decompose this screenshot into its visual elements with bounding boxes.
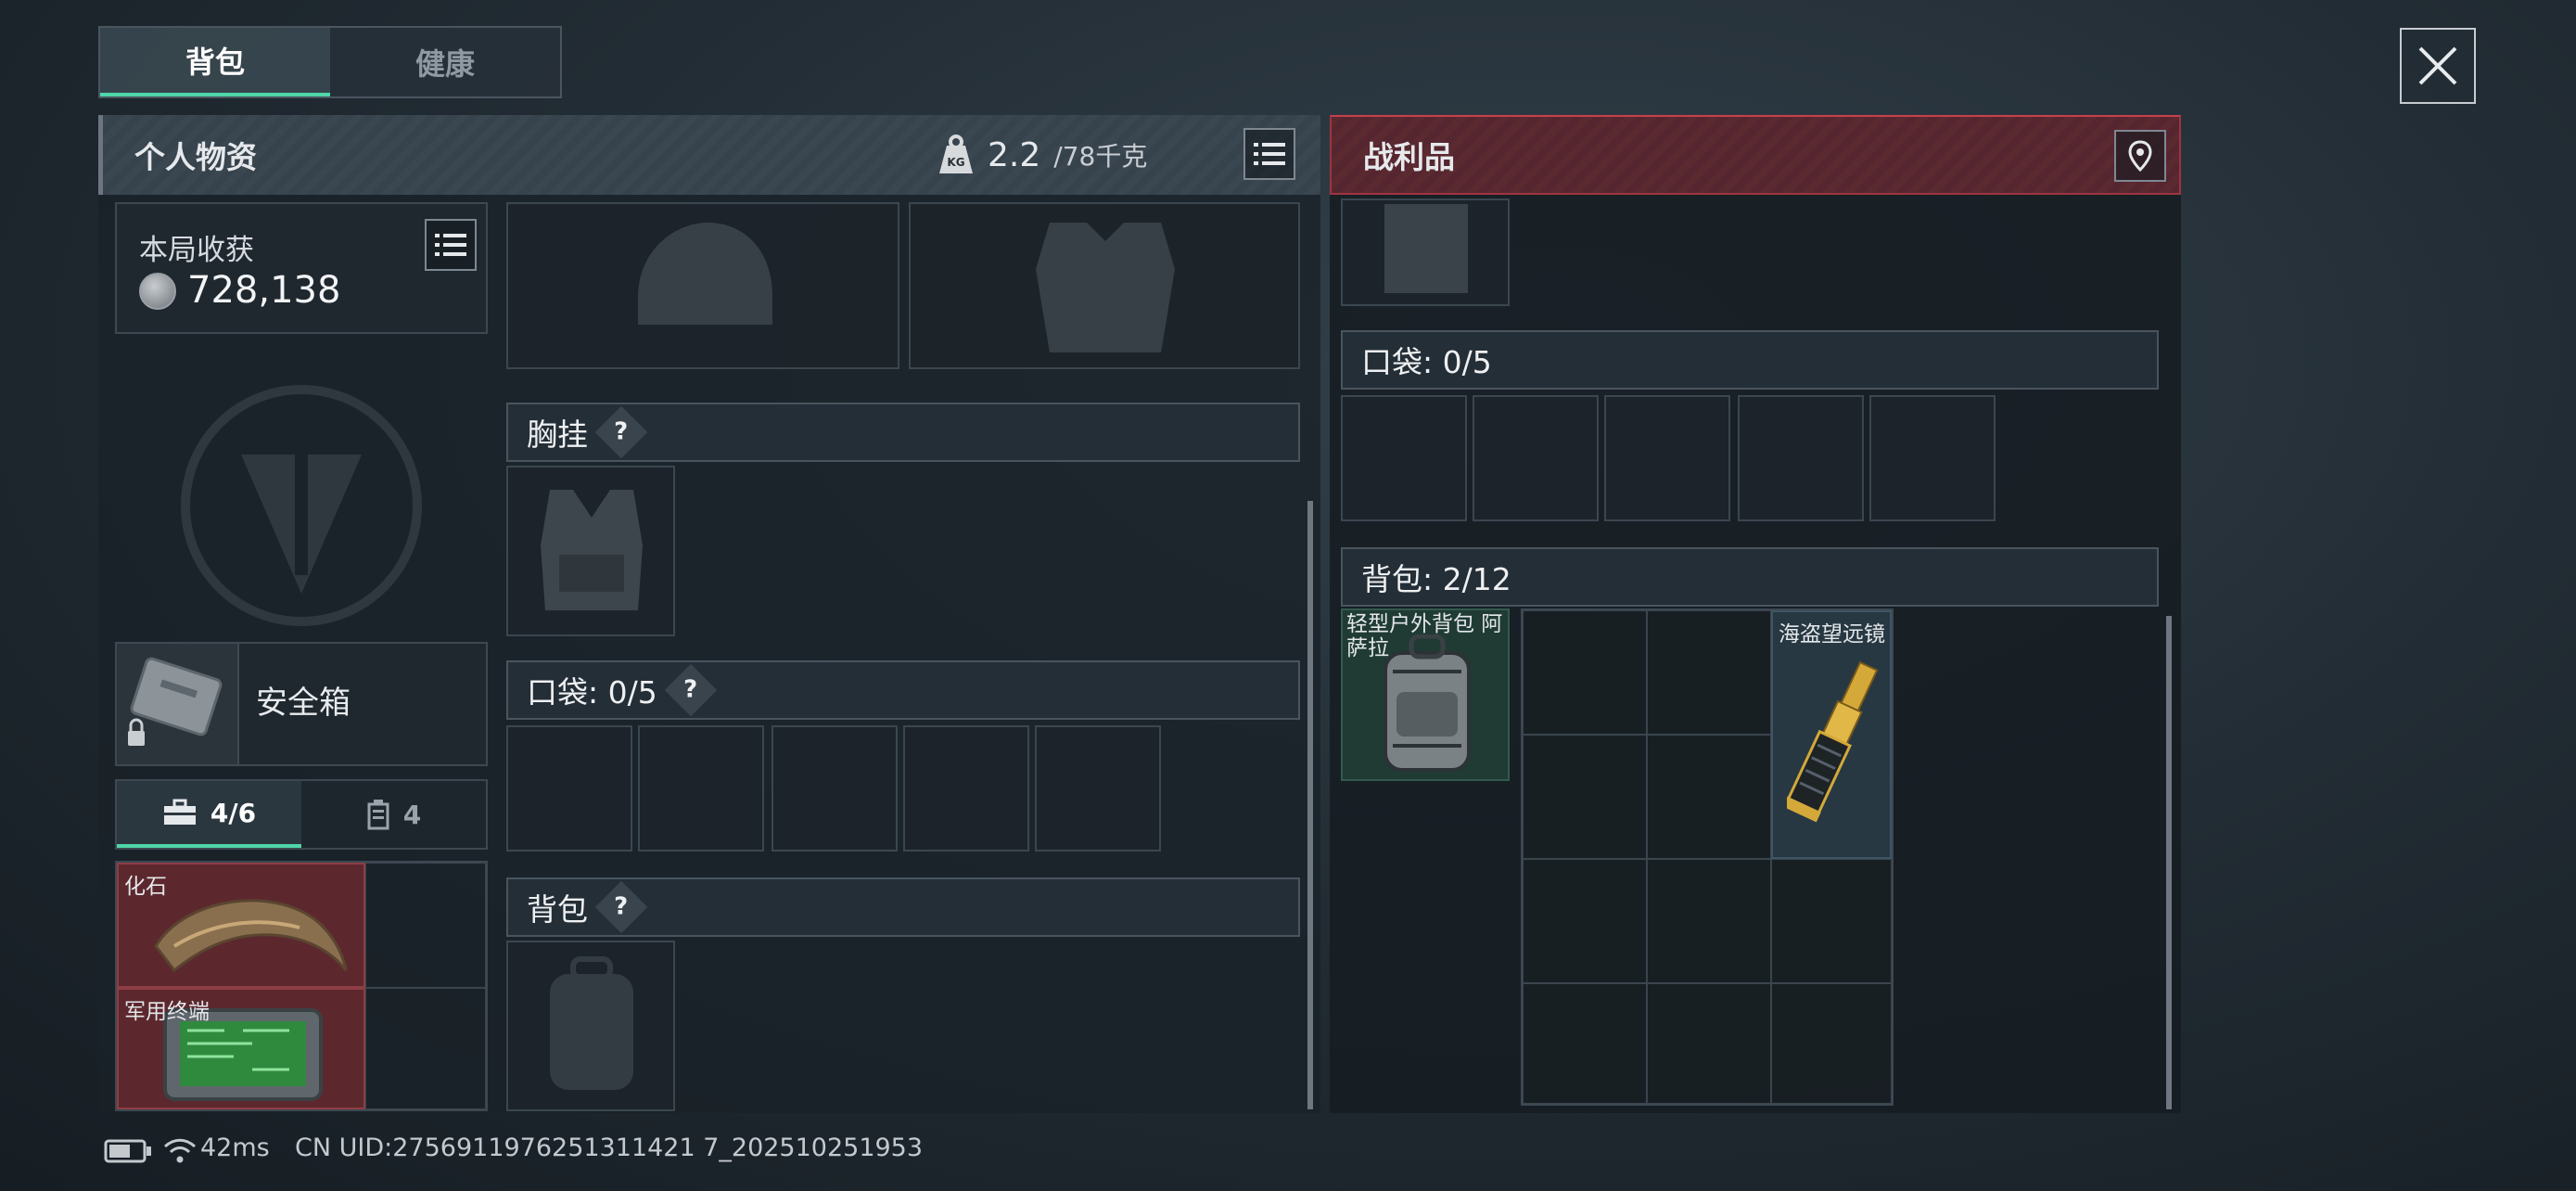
- weight-capacity: /78千克: [1053, 141, 1148, 172]
- help-icon[interactable]: ?: [664, 663, 718, 717]
- personal-title: 个人物资: [134, 139, 257, 175]
- fossil-claw-icon: [154, 899, 348, 973]
- chest-rig-section-title: 胸挂 ?: [506, 403, 1300, 462]
- pocket-slot[interactable]: [638, 725, 764, 852]
- loot-backpack-cell[interactable]: [1523, 610, 1647, 735]
- sort-list-button[interactable]: [1243, 128, 1295, 180]
- safe-box-grid: 化石 军用终端: [115, 861, 488, 1111]
- safe-box-subtabs: 4/6 4: [115, 779, 488, 850]
- safe-box-item[interactable]: [117, 644, 239, 764]
- list-icon: [1254, 143, 1285, 165]
- loot-location-button[interactable]: [2114, 130, 2166, 182]
- armor-vest-icon: [1384, 204, 1468, 293]
- close-icon: [2418, 46, 2457, 85]
- safe-item-military-terminal-label: 军用终端: [124, 1000, 210, 1024]
- svg-text:KG: KG: [947, 156, 964, 169]
- loot-pocket-slot[interactable]: [1604, 395, 1730, 521]
- safe-box-label: 安全箱: [256, 685, 351, 722]
- chest-rig-slot[interactable]: [506, 466, 675, 636]
- loot-backpack-cell[interactable]: [1771, 859, 1892, 983]
- loot-backpack-cell[interactable]: [1647, 610, 1771, 735]
- loot-backpack-cell[interactable]: [1523, 735, 1647, 859]
- safe-box-cell[interactable]: [365, 988, 486, 1109]
- loot-backpack-label: 背包: 2/12: [1361, 561, 1511, 597]
- safe-item-military-terminal[interactable]: 军用终端: [117, 988, 365, 1109]
- pocket-slot[interactable]: [903, 725, 1029, 852]
- earnings-value: 728,138: [187, 269, 341, 312]
- loot-pocket-slot[interactable]: [1341, 395, 1467, 521]
- earnings-label: 本局收获: [139, 234, 254, 267]
- safe-item-fossil[interactable]: 化石: [117, 863, 365, 988]
- loot-pockets-section-title: 口袋: 0/5: [1341, 330, 2159, 390]
- loot-backpack-cell[interactable]: [1523, 859, 1647, 983]
- weight-icon: KG: [939, 134, 973, 173]
- loot-telescope-label: 海盗望远镜: [1779, 622, 1885, 647]
- faction-emblem-icon: [181, 385, 422, 626]
- earnings-list-button[interactable]: [425, 219, 477, 271]
- chest-rig-label: 胸挂: [527, 416, 588, 453]
- help-icon[interactable]: ?: [594, 880, 648, 934]
- loot-backpack-grid: 海盗望远镜: [1521, 608, 1894, 1106]
- ping-readout: 42ms: [200, 1133, 270, 1162]
- chest-rig-icon: [541, 490, 643, 610]
- subtab-toolbox-count: 4/6: [210, 797, 257, 828]
- pirate-telescope-icon: [1787, 660, 1879, 823]
- user-uid: CN UID:2756911976251311421 7_20251025195…: [295, 1133, 924, 1162]
- tab-health[interactable]: 健康: [330, 28, 560, 96]
- pockets-section-title: 口袋: 0/5 ?: [506, 660, 1300, 720]
- close-button[interactable]: [2400, 28, 2476, 104]
- loot-backpack-section-title: 背包: 2/12: [1341, 547, 2159, 607]
- inventory-tabs: 背包 健康: [98, 26, 562, 98]
- canister-icon: [367, 800, 389, 830]
- loot-telescope-item[interactable]: 海盗望远镜: [1771, 610, 1892, 859]
- subtab-canister[interactable]: 4: [301, 781, 486, 848]
- list-icon: [435, 234, 466, 256]
- helmet-slot[interactable]: [506, 202, 899, 369]
- tab-backpack[interactable]: 背包: [100, 28, 330, 96]
- weight-readout: KG 2.2 /78千克: [937, 115, 1147, 195]
- battery-icon: [104, 1139, 151, 1163]
- toolbox-icon: [163, 799, 196, 825]
- loot-scrollbar[interactable]: [2166, 616, 2172, 1109]
- pockets-label: 口袋: 0/5: [527, 674, 657, 711]
- backpack-icon: [550, 956, 633, 1090]
- loot-pockets-label: 口袋: 0/5: [1361, 344, 1492, 380]
- loot-pocket-slot[interactable]: [1869, 395, 1996, 521]
- loot-pocket-slot[interactable]: [1473, 395, 1599, 521]
- loot-title: 战利品: [1363, 139, 1455, 175]
- pocket-slot[interactable]: [506, 725, 632, 852]
- help-icon[interactable]: ?: [594, 405, 648, 459]
- loot-backpack-cell[interactable]: [1647, 735, 1771, 859]
- armor-slot[interactable]: [909, 202, 1300, 369]
- safe-case-icon: [128, 657, 223, 746]
- pocket-slot[interactable]: [1035, 725, 1161, 852]
- safe-item-fossil-label: 化石: [124, 875, 167, 899]
- backpack-section-title: 背包 ?: [506, 877, 1300, 937]
- subtab-canister-count: 4: [402, 799, 422, 830]
- safe-box-cell[interactable]: [365, 863, 486, 988]
- loot-backpack-item-label: 轻型户外背包 阿萨拉: [1346, 612, 1503, 660]
- loot-header: 战利品: [1330, 115, 2181, 195]
- map-pin-icon: [2128, 140, 2152, 172]
- coin-icon: [139, 273, 176, 310]
- loot-backpack-item[interactable]: 轻型户外背包 阿萨拉: [1341, 608, 1510, 781]
- loot-backpack-cell[interactable]: [1523, 983, 1647, 1104]
- pocket-slot[interactable]: [772, 725, 898, 852]
- subtab-toolbox[interactable]: 4/6: [117, 781, 301, 848]
- personal-scrollbar[interactable]: [1307, 501, 1313, 1109]
- wifi-icon: [163, 1138, 197, 1163]
- loot-backpack-cell[interactable]: [1771, 983, 1892, 1104]
- backpack-slot[interactable]: [506, 941, 675, 1111]
- weight-value: 2.2: [988, 135, 1041, 174]
- body-armor-icon: [1036, 223, 1175, 352]
- personal-supplies-header: 个人物资 KG 2.2 /78千克: [98, 115, 1320, 195]
- loot-pocket-slot[interactable]: [1738, 395, 1864, 521]
- loot-backpack-cell[interactable]: [1647, 983, 1771, 1104]
- loot-equipment-slot[interactable]: [1341, 198, 1510, 306]
- loot-backpack-cell[interactable]: [1647, 859, 1771, 983]
- helmet-icon: [638, 223, 772, 325]
- backpack-label: 背包: [527, 891, 588, 928]
